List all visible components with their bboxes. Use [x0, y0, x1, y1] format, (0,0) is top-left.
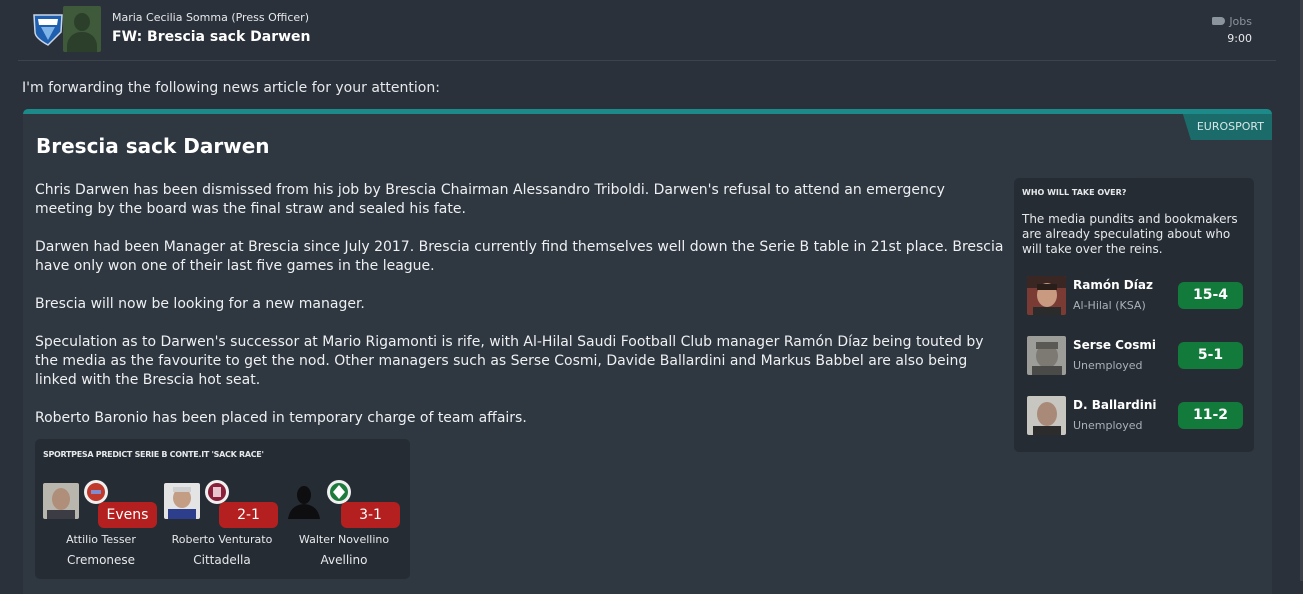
message-header: Maria Cecilia Somma (Press Officer) FW: …: [18, 0, 1276, 61]
article-body: Chris Darwen has been dismissed from his…: [35, 181, 1007, 447]
sack-race-panel: SPORTPESA PREDICT SERIE B CONTE.IT 'SACK…: [35, 439, 410, 579]
jobs-label: Jobs: [1229, 15, 1252, 28]
manager-odds: Evens: [98, 502, 157, 528]
article-paragraph: Speculation as to Darwen's successor at …: [35, 334, 984, 388]
jobs-tag[interactable]: Jobs: [1212, 15, 1252, 28]
manager-name[interactable]: Roberto Venturato: [156, 533, 288, 546]
sack-race-entry[interactable]: Evens Attilio Tesser Cremonese: [35, 477, 157, 577]
article-paragraph: Chris Darwen has been dismissed from his…: [35, 182, 945, 217]
manager-silhouette[interactable]: [286, 483, 322, 519]
manager-name[interactable]: Attilio Tesser: [35, 533, 167, 546]
candidate-photo[interactable]: [1027, 276, 1066, 315]
candidate-club[interactable]: Al-Hilal (KSA): [1073, 299, 1146, 312]
article-paragraph: Brescia will now be looking for a new ma…: [35, 296, 365, 312]
sack-race-entry[interactable]: 3-1 Walter Novellino Avellino: [278, 477, 400, 577]
news-article: EUROSPORT Brescia sack Darwen Chris Darw…: [23, 109, 1272, 594]
candidate-odds: 15-4: [1178, 282, 1243, 309]
sack-race-entry[interactable]: 2-1 Roberto Venturato Cittadella: [156, 477, 278, 577]
candidate-name[interactable]: Serse Cosmi: [1073, 338, 1156, 352]
candidate-odds: 5-1: [1178, 342, 1243, 369]
candidate-name[interactable]: D. Ballardini: [1073, 398, 1157, 412]
brescia-crest-icon: [33, 14, 63, 46]
candidate-odds: 11-2: [1178, 402, 1243, 429]
manager-club[interactable]: Avellino: [278, 553, 410, 567]
message-subject: FW: Brescia sack Darwen: [112, 29, 311, 45]
article-headline: Brescia sack Darwen: [36, 134, 270, 158]
sender-name[interactable]: Maria Cecilia Somma (Press Officer): [112, 11, 309, 24]
candidate-name[interactable]: Ramón Díaz: [1073, 278, 1153, 292]
panel-description: The media pundits and bookmakers are alr…: [1022, 212, 1238, 256]
article-paragraph: Darwen had been Manager at Brescia since…: [35, 239, 1004, 274]
candidate-row[interactable]: Serse Cosmi Unemployed 5-1: [1027, 336, 1243, 376]
manager-club[interactable]: Cittadella: [156, 553, 288, 567]
intro-text: I'm forwarding the following news articl…: [22, 80, 440, 96]
manager-photo[interactable]: [164, 483, 200, 519]
article-paragraph: Roberto Baronio has been placed in tempo…: [35, 410, 527, 426]
tag-icon: [1212, 17, 1226, 25]
candidate-club[interactable]: Unemployed: [1073, 419, 1143, 432]
manager-name[interactable]: Walter Novellino: [278, 533, 410, 546]
manager-photo[interactable]: [43, 483, 79, 519]
candidate-club[interactable]: Unemployed: [1073, 359, 1143, 372]
candidate-photo[interactable]: [1027, 336, 1066, 375]
candidate-photo[interactable]: [1027, 396, 1066, 435]
manager-odds: 2-1: [219, 502, 278, 528]
sender-avatar[interactable]: [63, 6, 101, 52]
manager-odds: 3-1: [341, 502, 400, 528]
candidate-row[interactable]: D. Ballardini Unemployed 11-2: [1027, 396, 1243, 436]
manager-club[interactable]: Cremonese: [35, 553, 167, 567]
panel-title: WHO WILL TAKE OVER?: [1022, 188, 1127, 197]
panel-title: SPORTPESA PREDICT SERIE B CONTE.IT 'SACK…: [43, 450, 264, 459]
candidate-row[interactable]: Ramón Díaz Al-Hilal (KSA) 15-4: [1027, 276, 1243, 316]
message-time: 9:00: [1227, 32, 1252, 45]
who-will-take-over-panel: WHO WILL TAKE OVER? The media pundits an…: [1014, 178, 1254, 452]
source-badge: EUROSPORT: [1182, 114, 1272, 140]
